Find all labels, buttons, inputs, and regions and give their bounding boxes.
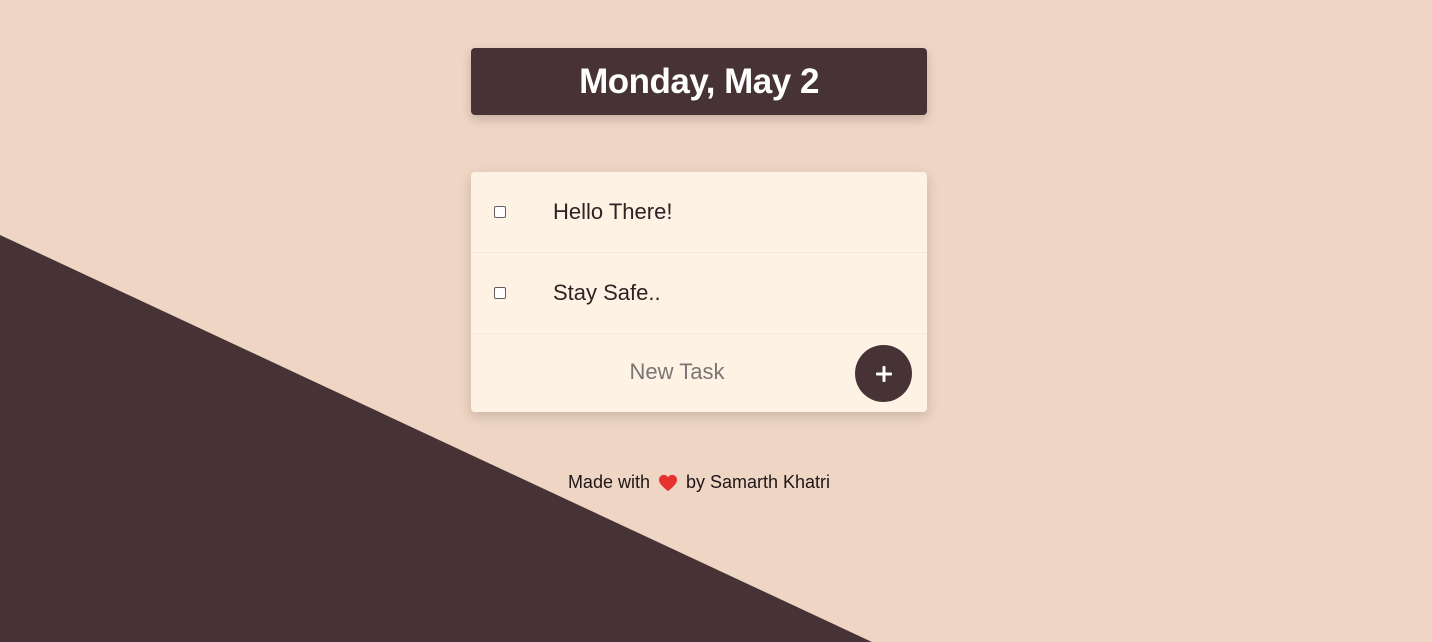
footer-author: by Samarth Khatri [685, 472, 831, 492]
footer-credit: Made with by Samarth Khatri [471, 472, 927, 493]
task-label: Stay Safe.. [553, 280, 661, 305]
plus-icon [875, 365, 892, 382]
heart-icon [658, 474, 677, 491]
date-title: Monday, May 2 [579, 61, 819, 101]
task-item: Hello There! [471, 172, 927, 253]
add-task-button[interactable] [855, 345, 912, 402]
date-header: Monday, May 2 [471, 48, 927, 115]
task-checkbox[interactable] [494, 206, 506, 218]
task-item: Stay Safe.. [471, 253, 927, 334]
new-task-row [471, 333, 927, 412]
new-task-input[interactable] [491, 351, 863, 393]
task-checkbox[interactable] [494, 287, 506, 299]
todo-card: Hello There! Stay Safe.. [471, 172, 927, 412]
footer-made-with: Made with [567, 472, 650, 492]
task-label: Hello There! [553, 199, 673, 224]
